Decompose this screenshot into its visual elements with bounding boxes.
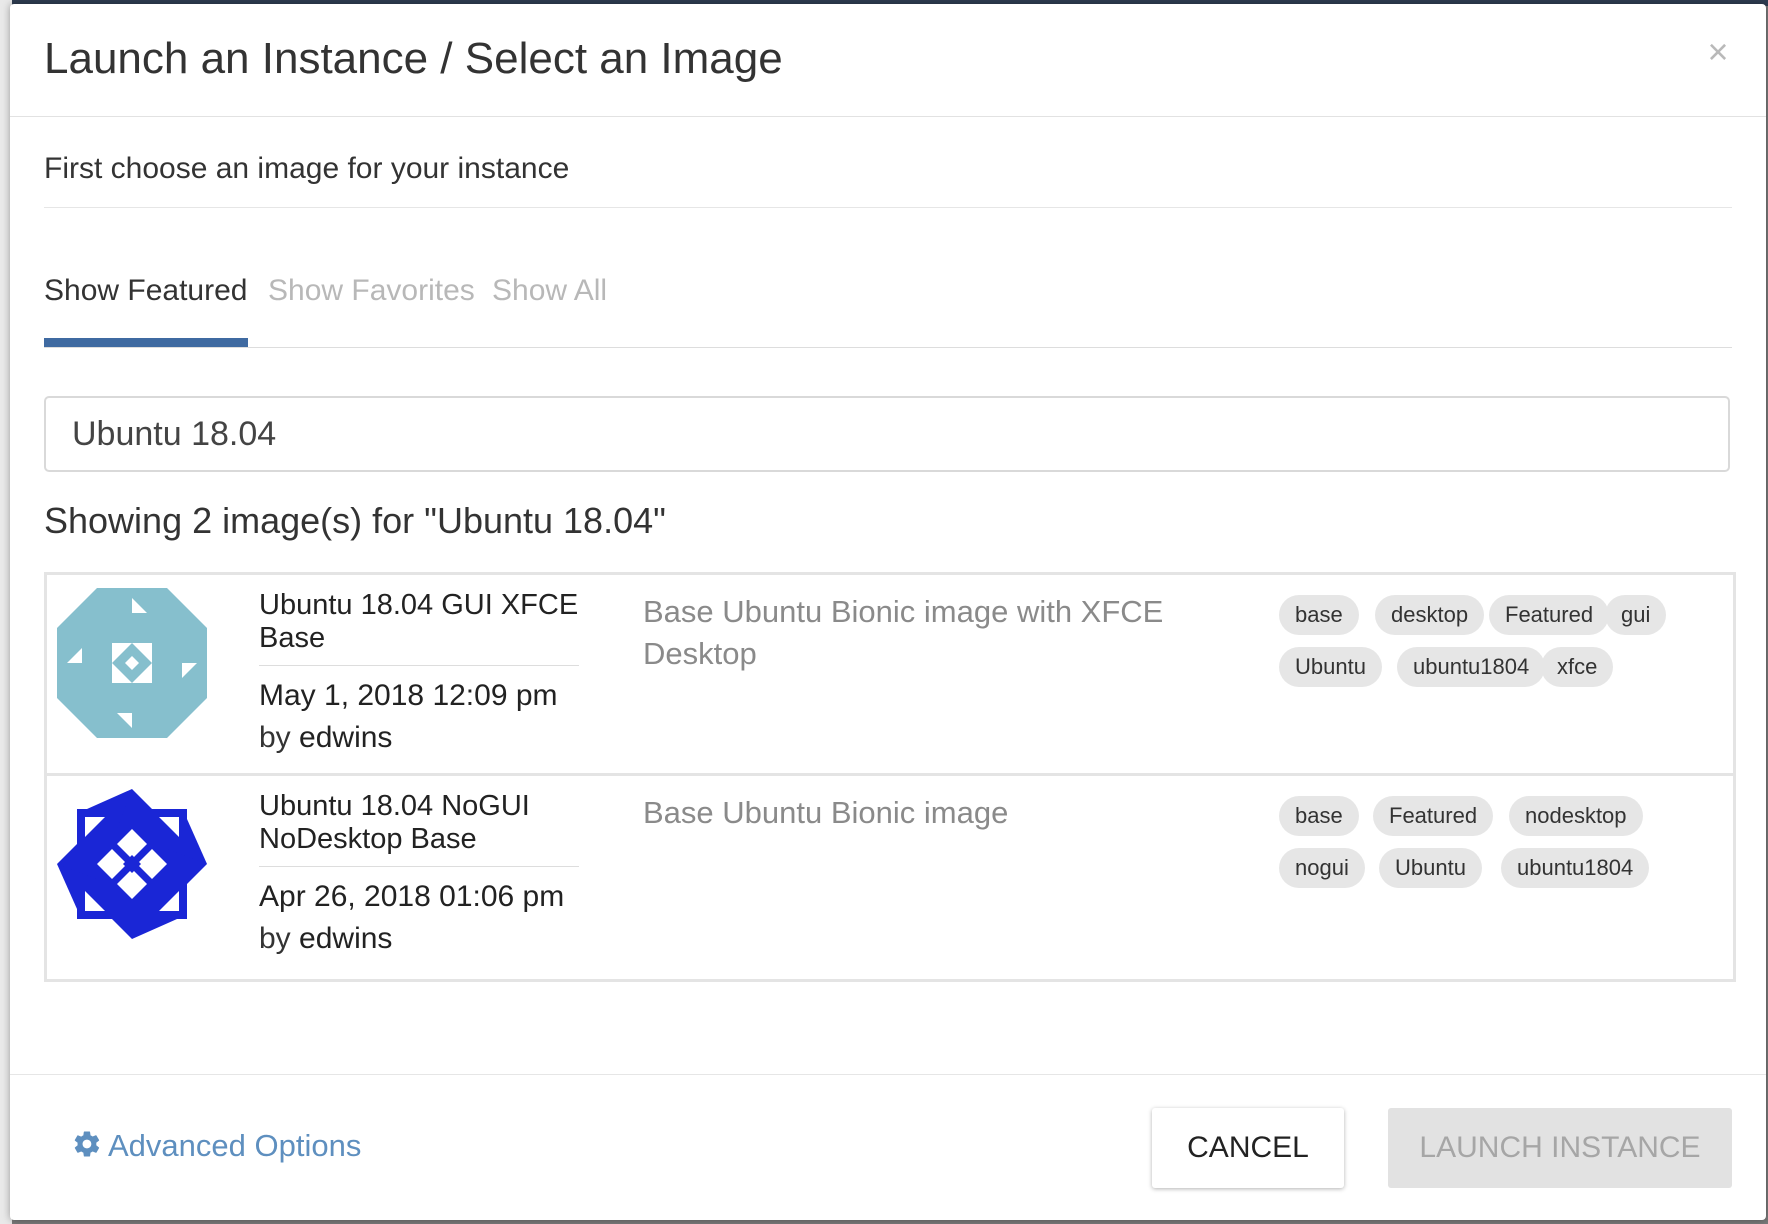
- tag[interactable]: Featured: [1489, 595, 1610, 635]
- tab-show-favorites[interactable]: Show Favorites: [268, 274, 475, 308]
- tag[interactable]: desktop: [1375, 595, 1485, 635]
- tag[interactable]: Ubuntu: [1379, 848, 1482, 888]
- tag[interactable]: base: [1279, 796, 1359, 836]
- image-avatar-icon: [57, 588, 207, 738]
- gear-icon: [74, 1131, 100, 1157]
- close-button[interactable]: ×: [1700, 34, 1736, 70]
- cancel-button[interactable]: CANCEL: [1152, 1108, 1344, 1188]
- image-name: Ubuntu 18.04 GUI XFCE Base: [259, 589, 579, 654]
- image-list: Ubuntu 18.04 GUI XFCE Base May 1, 2018 1…: [44, 572, 1736, 982]
- footer-divider: [10, 1074, 1766, 1075]
- image-author: by edwins: [259, 721, 392, 755]
- tag[interactable]: nodesktop: [1509, 796, 1643, 836]
- tab-show-all[interactable]: Show All: [492, 274, 607, 308]
- launch-instance-button[interactable]: LAUNCH INSTANCE: [1388, 1108, 1732, 1188]
- active-tab-indicator: [44, 338, 248, 347]
- tag[interactable]: Ubuntu: [1279, 647, 1382, 687]
- tag[interactable]: ubuntu1804: [1397, 647, 1546, 687]
- tabs-divider: [44, 347, 1732, 348]
- author-name: edwins: [299, 922, 393, 955]
- modal-subtitle: First choose an image for your instance: [44, 152, 570, 185]
- tag[interactable]: ubuntu1804: [1501, 848, 1650, 888]
- image-search-input[interactable]: [44, 396, 1730, 472]
- results-heading: Showing 2 image(s) for "Ubuntu 18.04": [44, 500, 666, 541]
- image-row[interactable]: Ubuntu 18.04 NoGUI NoDesktop Base Apr 26…: [47, 776, 1733, 974]
- tag[interactable]: xfce: [1541, 647, 1614, 687]
- by-label: by: [259, 922, 291, 955]
- advanced-options-link[interactable]: Advanced Options: [72, 1128, 361, 1164]
- image-description: Base Ubuntu Bionic image: [643, 795, 1009, 830]
- tag[interactable]: gui: [1605, 595, 1667, 635]
- tag[interactable]: nogui: [1279, 848, 1365, 888]
- author-name: edwins: [299, 721, 393, 754]
- modal-header: Launch an Instance / Select an Image ×: [10, 4, 1766, 117]
- divider: [44, 207, 1732, 208]
- image-row[interactable]: Ubuntu 18.04 GUI XFCE Base May 1, 2018 1…: [47, 575, 1733, 776]
- by-label: by: [259, 721, 291, 754]
- image-description: Base Ubuntu Bionic image with XFCE Deskt…: [643, 594, 1164, 671]
- image-author: by edwins: [259, 922, 392, 956]
- close-icon: ×: [1707, 31, 1729, 72]
- image-name: Ubuntu 18.04 NoGUI NoDesktop Base: [259, 790, 530, 855]
- tag[interactable]: Featured: [1373, 796, 1494, 836]
- image-date: Apr 26, 2018 01:06 pm: [259, 880, 565, 913]
- divider: [259, 665, 579, 666]
- launch-instance-modal: Launch an Instance / Select an Image × F…: [10, 4, 1766, 1220]
- tab-show-featured[interactable]: Show Featured: [44, 274, 247, 308]
- divider: [259, 866, 579, 867]
- tag[interactable]: base: [1279, 595, 1359, 635]
- image-avatar-icon: [57, 789, 207, 939]
- advanced-options-label: Advanced Options: [108, 1128, 362, 1163]
- image-date: May 1, 2018 12:09 pm: [259, 679, 558, 712]
- modal-title: Launch an Instance / Select an Image: [44, 34, 783, 83]
